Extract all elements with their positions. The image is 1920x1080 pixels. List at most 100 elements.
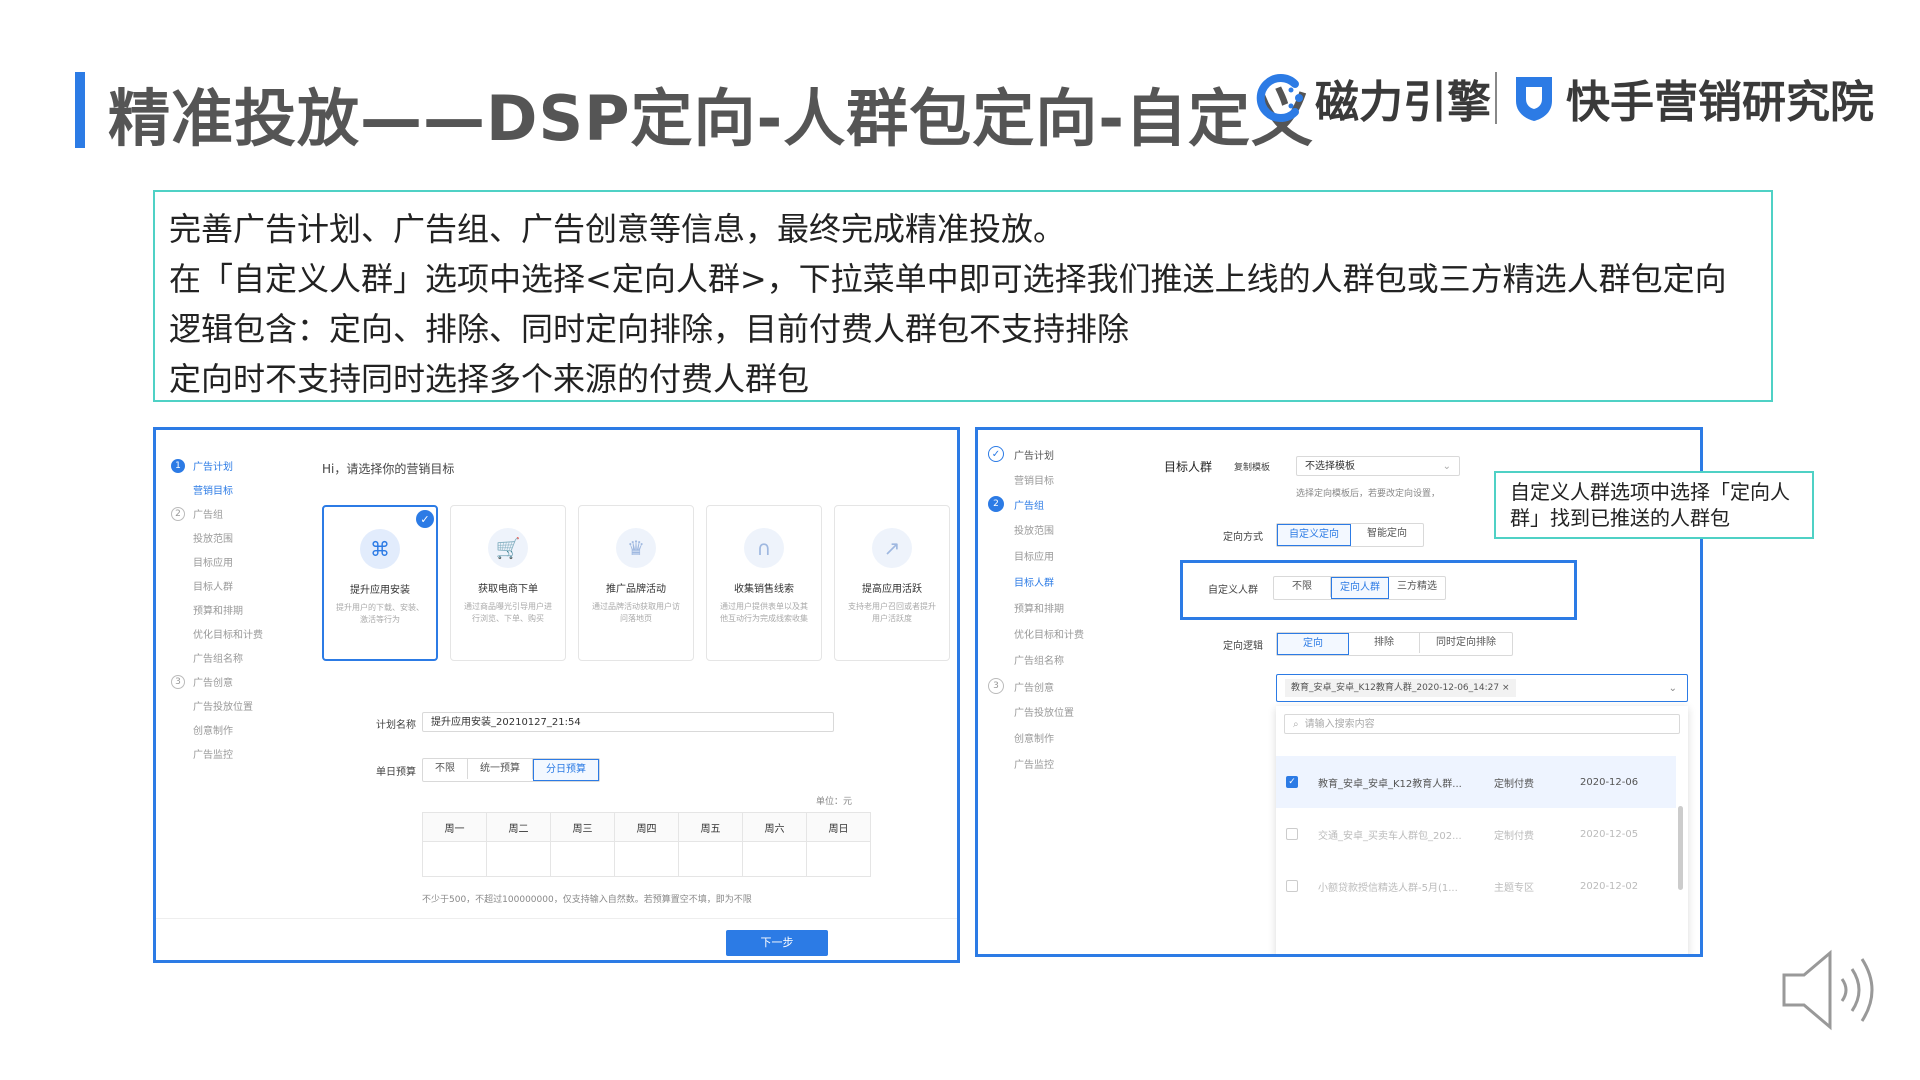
dropdown-search-input[interactable]: ⌕ 请输入搜索内容 [1284,714,1680,734]
item-type: 定制付费 [1494,778,1534,790]
step-3[interactable]: 3 广告创意 [171,674,233,689]
nav-group-name[interactable]: 广告组名称 [1014,652,1064,667]
description-box: 完善广告计划、广告组、广告创意等信息，最终完成精准投放。 在「自定义人群」选项中… [153,190,1773,402]
card-title: 提升应用安装 [350,585,410,596]
nav-delivery-range[interactable]: 投放范围 [1014,522,1054,537]
nav-ad-placement[interactable]: 广告投放位置 [1014,704,1074,719]
item-date: 2020-12-02 [1580,880,1639,892]
chevron-down-icon: ⌄ [1442,461,1451,472]
checkbox-icon[interactable] [1286,828,1298,840]
nav-delivery-range[interactable]: 投放范围 [193,530,233,545]
brand-cili-logo: 磁力引擎 [1255,66,1491,130]
step-2[interactable]: 2 广告组 [171,506,223,521]
search-placeholder: 请输入搜索内容 [1304,719,1375,730]
logic-selector: 定向 排除 同时定向排除 [1276,632,1513,656]
custom-unlimited[interactable]: 不限 [1274,577,1331,597]
goal-card-activity[interactable]: ↗ 提高应用活跃 支持老用户召回或者提升用户活跃度 [834,505,950,661]
page-title: 精准投放——DSP定向-人群包定向-自定义 [108,82,1315,155]
step-3[interactable]: 3 广告创意 [988,678,1054,694]
step-1[interactable]: ✓ 广告计划 [988,446,1054,462]
logic-exclude[interactable]: 排除 [1349,633,1420,653]
nav-target-audience[interactable]: 目标人群 [193,578,233,593]
selected-check-icon: ✓ [416,510,434,528]
goal-card-ecommerce[interactable]: 🛒 获取电商下单 通过商品曝光引导用户进行浏览、下单、购买 [450,505,566,661]
dropdown-scrollbar[interactable] [1678,806,1683,890]
day-budget-cell[interactable] [614,841,679,877]
step-1[interactable]: 1 广告计划 [171,458,233,473]
nav-monitor[interactable]: 广告监控 [193,746,233,761]
logic-both[interactable]: 同时定向排除 [1420,633,1512,653]
day-budget-cell[interactable] [550,841,615,877]
nav-ad-placement[interactable]: 广告投放位置 [193,698,253,713]
step-2-label: 广告组 [1014,500,1044,512]
step-2[interactable]: 2 广告组 [988,496,1044,512]
apps-icon: ⌘ [360,529,400,569]
custom-audience-selector: 不限 定向人群 三方精选 [1273,576,1446,600]
budget-unlimited[interactable]: 不限 [423,759,468,779]
search-icon: ⌕ [1293,719,1299,730]
day-budget-cell[interactable] [486,841,551,877]
plan-name-input[interactable]: 提升应用安装_20210127_21:54 [422,712,834,732]
step-3-number: 3 [988,678,1004,694]
checkbox-icon[interactable] [1286,880,1298,892]
custom-third-party[interactable]: 三方精选 [1389,577,1445,597]
speaker-icon[interactable] [1780,945,1890,1035]
mode-smart[interactable]: 智能定向 [1351,524,1423,544]
day-budget-cell[interactable] [806,841,871,877]
checkbox-checked-icon[interactable]: ✓ [1286,776,1298,788]
audience-package-select[interactable]: 教育_安卓_安卓_K12教育人群_2020-12-06_14:27 × ⌄ [1276,674,1688,702]
cart-icon: 🛒 [488,528,528,568]
nav-creative[interactable]: 创意制作 [1014,730,1054,745]
greeting-text: Hi，请选择你的营销目标 [322,462,455,476]
list-item[interactable]: ✓ 教育_安卓_安卓_K12教育人群... 定制付费 2020-12-06 [1276,756,1676,808]
goal-card-brand[interactable]: ♛ 推广品牌活动 通过品牌活动获取用户访问落地页 [578,505,694,661]
nav-group-name[interactable]: 广告组名称 [193,650,243,665]
day-budget-cell[interactable] [742,841,807,877]
week-header-row: 周一 周二 周三 周四 周五 周六 周日 [422,812,871,842]
nav-optimization[interactable]: 优化目标和计费 [193,626,263,641]
item-name: 小额贷款授信精选人群-5月(1... [1318,882,1458,894]
nav-budget-schedule[interactable]: 预算和排期 [1014,600,1064,615]
description-line-2: 在「自定义人群」选项中选择<定向人群>，下拉菜单中即可选择我们推送上线的人群包或… [169,260,1727,298]
logic-target[interactable]: 定向 [1277,633,1349,655]
day-header: 周一 [422,812,487,842]
nav-optimization[interactable]: 优化目标和计费 [1014,626,1084,641]
list-item[interactable]: 交通_安卓_买卖车人群包_202... 定制付费 2020-12-05 [1276,808,1676,860]
mode-custom[interactable]: 自定义定向 [1277,524,1351,546]
nav-target-app[interactable]: 目标应用 [193,554,233,569]
nav-creative[interactable]: 创意制作 [193,722,233,737]
item-name: 教育_安卓_安卓_K12教育人群... [1318,778,1462,790]
plan-name-label: 计划名称 [376,720,416,731]
template-select[interactable]: 不选择模板 ⌄ [1296,456,1460,476]
day-budget-cell[interactable] [678,841,743,877]
description-line-4: 定向时不支持同时选择多个来源的付费人群包 [169,360,810,398]
nav-budget-schedule[interactable]: 预算和排期 [193,602,243,617]
chart-icon: ↗ [872,528,912,568]
day-budget-cell[interactable] [422,841,487,877]
card-desc: 通过商品曝光引导用户进行浏览、下单、购买 [464,602,552,623]
step-1-label: 广告计划 [1014,450,1054,462]
brand1-text: 磁力引擎 [1315,77,1491,128]
budget-daily[interactable]: 分日预算 [533,759,599,781]
budget-uniform[interactable]: 统一预算 [468,759,533,779]
goal-card-app-install[interactable]: ⌘ 提升应用安装 提升用户的下载、安装、激活等行为 [322,505,438,661]
left-screenshot-panel: 1 广告计划 营销目标 2 广告组 投放范围 目标应用 目标人群 预算和排期 优… [153,427,960,963]
nav-marketing-goal[interactable]: 营销目标 [1014,472,1054,487]
kuaishou-shield-icon [1516,77,1552,121]
next-button[interactable]: 下一步 [726,930,828,956]
tag-close-icon[interactable]: × [1502,683,1510,693]
nav-target-app[interactable]: 目标应用 [1014,548,1054,563]
audience-dropdown: ⌕ 请输入搜索内容 ✓ 教育_安卓_安卓_K12教育人群... 定制付费 202… [1276,706,1688,954]
custom-targeted[interactable]: 定向人群 [1331,577,1389,599]
card-desc: 通过用户提供表单以及其他互动行为完成线索收集 [720,602,808,623]
step-2-label: 广告组 [193,510,223,521]
nav-target-audience[interactable]: 目标人群 [1014,574,1054,589]
nav-marketing-goal[interactable]: 营销目标 [193,482,233,497]
card-title: 提高应用活跃 [862,584,922,595]
list-item[interactable]: 小额贷款授信精选人群-5月(1... 主题专区 2020-12-02 [1276,860,1676,912]
goal-card-leads[interactable]: ∩ 收集销售线索 通过用户提供表单以及其他互动行为完成线索收集 [706,505,822,661]
card-desc: 通过品牌活动获取用户访问落地页 [592,602,680,623]
nav-monitor[interactable]: 广告监控 [1014,756,1054,771]
step-3-label: 广告创意 [193,678,233,689]
selected-tag-text: 教育_安卓_安卓_K12教育人群_2020-12-06_14:27 [1291,683,1500,693]
